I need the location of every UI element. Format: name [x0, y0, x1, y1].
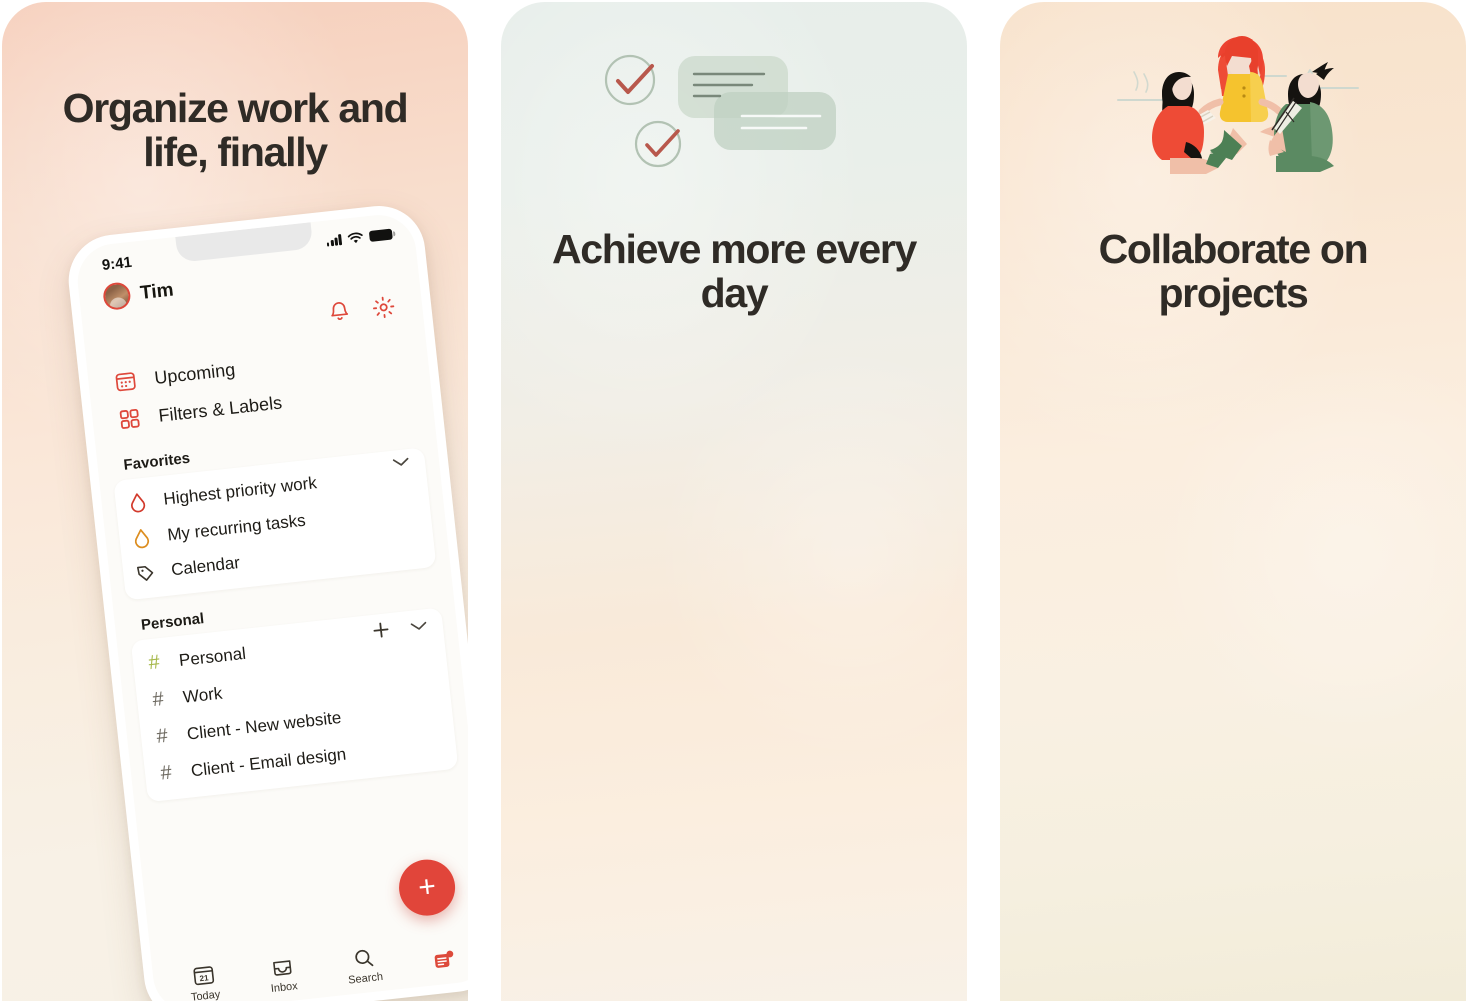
svg-text:21: 21: [199, 973, 209, 983]
flame-icon: [134, 529, 150, 549]
cellular-signal-icon: [326, 234, 343, 247]
tab-search[interactable]: Search: [345, 945, 384, 987]
hash-icon: #: [155, 724, 169, 748]
calendar-21-icon: 21: [193, 966, 214, 986]
hash-icon: #: [151, 687, 165, 712]
battery-icon: [368, 228, 393, 243]
gear-icon[interactable]: [370, 294, 398, 322]
tag-icon: [137, 565, 154, 581]
bottom-tab-bar: 21 Today Inbox Search: [152, 933, 468, 1001]
status-time: 9:41: [101, 253, 133, 274]
grid-icon: [119, 408, 140, 429]
screenshot-panel-1[interactable]: Organize work and life, finally 9:41 Tim…: [2, 2, 468, 1001]
collaboration-illustration: [1117, 36, 1359, 174]
plus-icon[interactable]: [370, 619, 392, 641]
tab-today[interactable]: 21 Today: [188, 963, 221, 1001]
sidebar-item-label: Calendar: [170, 552, 241, 580]
tab-inbox[interactable]: Inbox: [267, 954, 298, 995]
screenshot-panel-2[interactable]: Achieve more every day 9:41: [501, 2, 967, 1001]
sidebar-item-label: Filters & Labels: [157, 391, 283, 426]
hash-icon: #: [147, 651, 161, 675]
hash-icon: #: [159, 761, 173, 785]
checklist-illustration: [604, 54, 836, 168]
tab-label: Today: [190, 988, 221, 1001]
screenshot-panel-3[interactable]: Collaborate on projects 9:41: [1000, 2, 1466, 1001]
wifi-icon: [347, 232, 363, 243]
tab-label: Inbox: [270, 980, 299, 996]
inbox-icon: [272, 960, 292, 976]
flame-icon: [131, 493, 146, 513]
bell-icon[interactable]: [326, 298, 353, 325]
app-store-screenshot-gallery: Organize work and life, finally 9:41 Tim…: [0, 0, 1466, 1001]
favorites-controls: [390, 455, 411, 469]
calendar-icon: [115, 372, 136, 392]
phone-mockup-sidebar: 9:41 Tim Upcoming Filters & Labels Favor…: [64, 201, 468, 1001]
panel-3-headline: Collaborate on projects: [1098, 226, 1369, 317]
panel-1-headline: Organize work and life, finally: [62, 85, 409, 176]
user-name: Tim: [139, 279, 175, 304]
panel-2-headline: Achieve more every day: [551, 226, 917, 317]
sidebar-item-label: Personal: [178, 643, 247, 670]
tab-label: Search: [347, 970, 384, 987]
sidebar-section-personal: # Personal # Work # Client - New website…: [130, 607, 459, 803]
phone-1-screen: 9:41 Tim Upcoming Filters & Labels Favor…: [73, 211, 468, 1001]
notifications-icon: [435, 950, 454, 968]
add-task-fab[interactable]: +: [396, 856, 458, 919]
avatar[interactable]: [101, 281, 132, 311]
chevron-down-icon[interactable]: [408, 619, 429, 633]
search-icon: [354, 949, 373, 967]
sidebar-item-label: Upcoming: [153, 358, 237, 388]
chevron-down-icon[interactable]: [390, 455, 411, 469]
sidebar-item-label: Client - Email design: [189, 744, 348, 780]
tab-notifications[interactable]: [431, 947, 459, 978]
sidebar-item-label: Work: [182, 683, 224, 707]
